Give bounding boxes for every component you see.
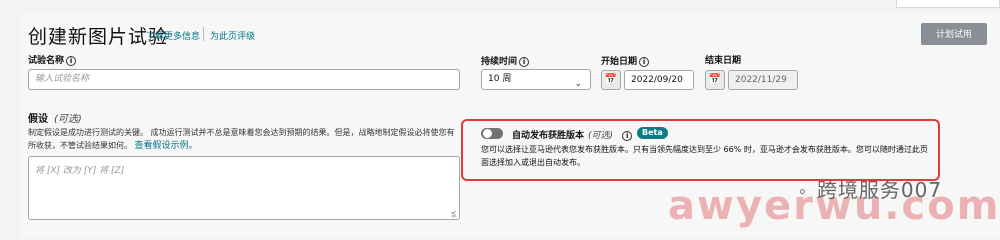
hypothesis-title: 假设 (可选) xyxy=(28,114,82,125)
wechat-icon: ⚬ xyxy=(796,183,810,201)
start-date-label: 开始日期 i xyxy=(601,54,650,67)
watermark-text: ⚬ 跨境服务007 xyxy=(796,178,943,202)
info-icon[interactable]: i xyxy=(519,56,530,67)
duration-select[interactable]: 10 周 ⌄ xyxy=(481,69,591,90)
resize-handle-icon[interactable]: ⋨ xyxy=(450,209,457,218)
header-divider xyxy=(203,27,204,41)
start-date-input[interactable]: 2022/09/20 xyxy=(624,70,694,90)
auto-publish-label: 自动发布获胜版本 (可选) i xyxy=(512,128,633,141)
rate-page-link[interactable]: 为此页评级 xyxy=(210,29,255,42)
calendar-icon[interactable]: 📅 xyxy=(601,70,621,90)
top-strip xyxy=(0,0,1000,14)
test-name-label: 试验名称 i xyxy=(28,53,77,66)
auto-publish-toggle[interactable] xyxy=(481,128,503,139)
chevron-down-icon: ⌄ xyxy=(574,79,582,89)
end-date-input: 2022/11/29 xyxy=(728,70,798,90)
info-icon[interactable]: i xyxy=(66,55,77,66)
hypothesis-textarea[interactable]: 将 [X] 改为 [Y] 将 [Z] ⋨ xyxy=(28,156,460,220)
beta-badge: Beta xyxy=(637,127,668,139)
plan-trial-button[interactable]: 计划试用 xyxy=(921,23,987,45)
info-icon[interactable]: i xyxy=(622,130,633,141)
duration-label: 持续时间 i xyxy=(481,54,530,67)
auto-publish-description: 您可以选择让亚马逊代表您发布获胜版本。只有当领先幅度达到至少 66% 时，亚马逊… xyxy=(481,145,928,167)
learn-more-link[interactable]: 了解更多信息 xyxy=(146,29,200,42)
hypothesis-description: 制定假设是成功进行测试的关键。 成功运行测试并不总是意味着您会达到预期的结果。但… xyxy=(28,128,455,151)
calendar-icon[interactable]: 📅 xyxy=(705,70,725,90)
info-icon[interactable]: i xyxy=(639,56,650,67)
end-date-label: 结束日期 xyxy=(705,56,742,66)
test-name-input[interactable]: 输入试验名称 xyxy=(28,69,460,90)
top-input-fragment[interactable] xyxy=(896,0,1000,8)
hypothesis-example-link[interactable]: 查看假设示例。 xyxy=(135,141,198,151)
